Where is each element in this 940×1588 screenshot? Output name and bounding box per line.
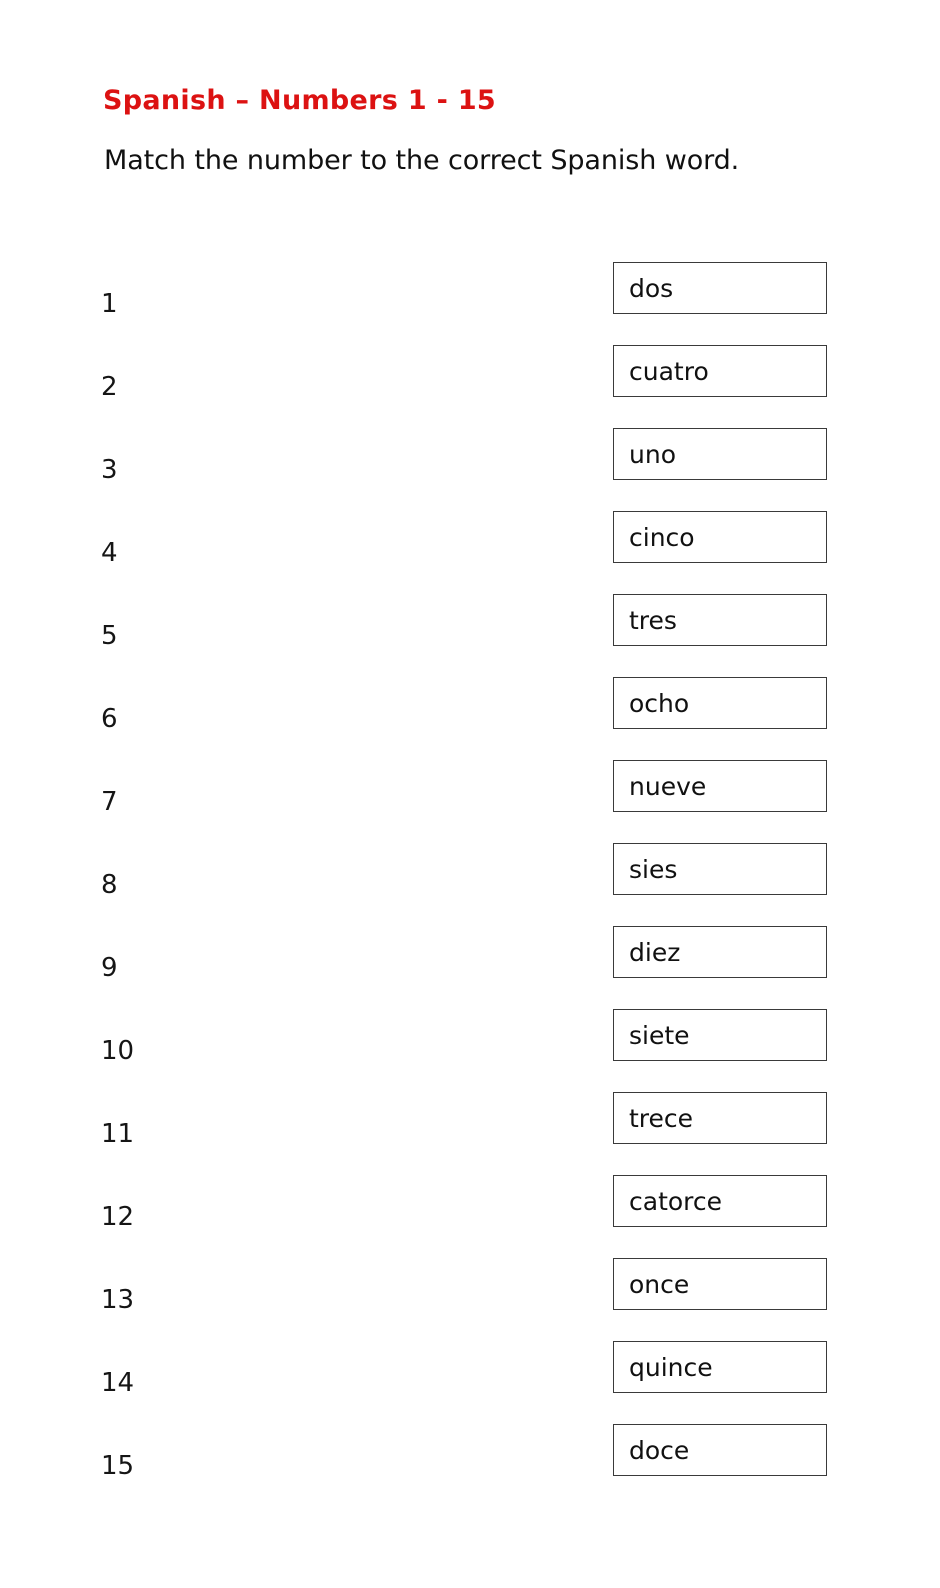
word-box[interactable]: cuatro	[613, 345, 827, 397]
word-box[interactable]: nueve	[613, 760, 827, 812]
word-box[interactable]: tres	[613, 594, 827, 646]
match-row: 5 tres	[0, 594, 940, 677]
page-title: Spanish – Numbers 1 - 15	[103, 85, 497, 116]
row-number: 7	[101, 786, 118, 817]
word-box[interactable]: ocho	[613, 677, 827, 729]
word-box-text: dos	[629, 273, 674, 303]
match-row: 11 trece	[0, 1092, 940, 1175]
row-number: 8	[101, 869, 118, 900]
row-number: 5	[101, 620, 118, 651]
word-box-text: diez	[629, 937, 681, 967]
worksheet-page: Spanish – Numbers 1 - 15 Match the numbe…	[0, 0, 940, 1588]
word-box[interactable]: uno	[613, 428, 827, 480]
word-box[interactable]: sies	[613, 843, 827, 895]
row-number: 3	[101, 454, 118, 485]
match-row: 8 sies	[0, 843, 940, 926]
word-box[interactable]: catorce	[613, 1175, 827, 1227]
row-number: 11	[101, 1118, 135, 1149]
row-number: 12	[101, 1201, 135, 1232]
row-number: 2	[101, 371, 118, 402]
word-box[interactable]: once	[613, 1258, 827, 1310]
instruction-text: Match the number to the correct Spanish …	[104, 145, 740, 176]
word-box[interactable]: cinco	[613, 511, 827, 563]
word-box-text: once	[629, 1269, 690, 1299]
word-box[interactable]: diez	[613, 926, 827, 978]
word-box-text: catorce	[629, 1186, 723, 1216]
word-box-text: trece	[629, 1103, 694, 1133]
word-box-text: nueve	[629, 771, 707, 801]
word-box[interactable]: dos	[613, 262, 827, 314]
match-row: 6 ocho	[0, 677, 940, 760]
match-row: 15 doce	[0, 1424, 940, 1507]
word-box[interactable]: siete	[613, 1009, 827, 1061]
row-number: 10	[101, 1035, 135, 1066]
word-box-text: uno	[629, 439, 676, 469]
word-box[interactable]: trece	[613, 1092, 827, 1144]
word-box-text: quince	[629, 1352, 713, 1382]
word-box-text: sies	[629, 854, 678, 884]
match-row: 13 once	[0, 1258, 940, 1341]
word-box-text: ocho	[629, 688, 690, 718]
word-box-text: doce	[629, 1435, 690, 1465]
row-number: 13	[101, 1284, 135, 1315]
word-box-text: cinco	[629, 522, 695, 552]
match-row: 7 nueve	[0, 760, 940, 843]
match-row: 12 catorce	[0, 1175, 940, 1258]
match-row: 10 siete	[0, 1009, 940, 1092]
row-number: 15	[101, 1450, 135, 1481]
word-box-text: tres	[629, 605, 677, 635]
word-box[interactable]: quince	[613, 1341, 827, 1393]
match-row: 9 diez	[0, 926, 940, 1009]
row-number: 4	[101, 537, 118, 568]
row-number: 9	[101, 952, 118, 983]
row-number: 14	[101, 1367, 135, 1398]
match-row: 14 quince	[0, 1341, 940, 1424]
row-number: 6	[101, 703, 118, 734]
row-number: 1	[101, 288, 118, 319]
match-list: 1 dos 2 cuatro 3 uno 4 cinco 5 tres 6 ocho 7 nueve 8 si…	[0, 262, 940, 1507]
word-box-text: siete	[629, 1020, 690, 1050]
match-row: 3 uno	[0, 428, 940, 511]
match-row: 4 cinco	[0, 511, 940, 594]
word-box-text: cuatro	[629, 356, 709, 386]
match-row: 2 cuatro	[0, 345, 940, 428]
match-row: 1 dos	[0, 262, 940, 345]
word-box[interactable]: doce	[613, 1424, 827, 1476]
